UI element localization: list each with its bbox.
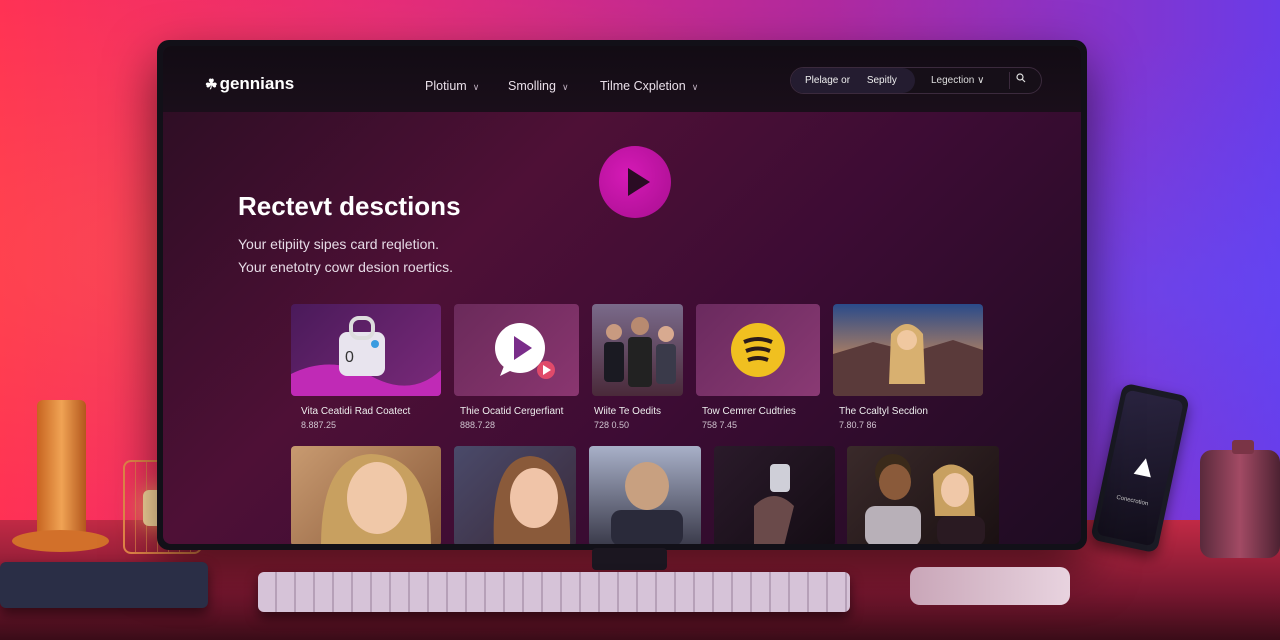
media-card-3[interactable] [592, 304, 683, 396]
camera-photo [754, 464, 794, 544]
card-title: Wiite Te Oedits [594, 406, 662, 417]
menu-item-cxpletion[interactable]: Tilme Cxpletion ∨ [600, 79, 698, 93]
card-caption: The Ccaltyl Secdion 7.80.7 86 [839, 406, 928, 430]
phone-lying-on-desk [910, 567, 1070, 605]
card-meta: 728 0.50 [594, 420, 630, 430]
thumbnail-portrait-2[interactable] [454, 446, 576, 544]
page-title: Rectevt desctions [238, 191, 461, 221]
play-icon [628, 168, 650, 196]
search-bar[interactable]: Plelage or Sepitly Legection ∨ [790, 67, 1042, 94]
portrait-photo [493, 456, 571, 544]
chat-play-icon [495, 323, 555, 379]
chevron-down-icon: ∨ [472, 82, 480, 92]
media-card-5[interactable] [833, 304, 983, 396]
search-icon[interactable] [1016, 73, 1026, 83]
card-meta: 888.7.28 [460, 420, 496, 430]
keyboard [258, 572, 850, 612]
monitor-stand [592, 548, 667, 570]
menu-item-plotium[interactable]: Plotium ∨ [425, 79, 479, 93]
thumbnail-selfie[interactable] [589, 446, 701, 544]
couple-photo [865, 454, 985, 544]
card-caption: Vita Ceatidi Rad Coatect 8.887.25 [301, 406, 410, 430]
router-device [0, 562, 208, 608]
menu-label: Plotium [425, 79, 467, 93]
speaker-cap [1232, 440, 1254, 454]
menu-label: Tilme Cxpletion [600, 79, 686, 93]
media-card-4[interactable] [696, 304, 820, 396]
hero-subtitle-line-2: Your enetotry cowr desion roertics. [238, 259, 454, 275]
card-meta: 758 7.45 [702, 420, 738, 430]
portrait-photo [321, 454, 431, 544]
card-title: Tow Cemrer Cudtries [702, 406, 796, 417]
card-meta: 8.887.25 [301, 420, 337, 430]
menu-label: Smolling [508, 79, 556, 93]
speaker [1200, 440, 1280, 558]
card-title: Thie Ocatid Cergerfiant [460, 406, 564, 417]
phone-app-logo-icon: ▲ [1126, 447, 1163, 486]
menu-item-smolling[interactable]: Smolling ∨ [508, 79, 569, 93]
thumbnail-camera[interactable] [714, 446, 835, 544]
search-label: Plelage or [805, 75, 851, 86]
app-logo[interactable]: ☘ gennians [205, 74, 294, 94]
media-card-2[interactable] [454, 304, 579, 396]
search-divider [1009, 72, 1010, 89]
chevron-down-icon: ∨ [691, 82, 699, 92]
card-caption: Tow Cemrer Cudtries 758 7.45 [702, 406, 796, 430]
music-app-icon [731, 323, 785, 377]
card-caption: Wiite Te Oedits 728 0.50 [594, 406, 661, 430]
hero-subtitle-line-1: Your etipiity sipes card reqletion. [238, 236, 440, 252]
logo-text: gennians [219, 74, 295, 93]
thumbnail-portrait-1[interactable] [291, 446, 441, 544]
lock-bag-icon: 0 [291, 316, 441, 396]
card-caption: Thie Ocatid Cergerfiant 888.7.28 [460, 406, 563, 430]
monitor: ☘ gennians Plotium ∨ Smolling ∨ Tilme Cxple… [157, 40, 1087, 550]
desk-lamp-post [37, 400, 86, 540]
group-photo [604, 317, 676, 387]
media-card-1[interactable]: 0 [291, 304, 441, 396]
play-button[interactable] [599, 146, 671, 218]
desk-lamp-base [12, 530, 109, 552]
search-value: Sepitly [866, 75, 897, 86]
logo-mark-icon: ☘ [205, 76, 218, 92]
legend-select[interactable]: Legection ∨ [931, 68, 984, 93]
thumbnail-couple[interactable] [847, 446, 999, 544]
top-navbar: ☘ gennians Plotium ∨ Smolling ∨ Tilme Cxple… [163, 46, 1081, 112]
portrait-landscape-photo [833, 324, 983, 396]
search-input[interactable]: Plelage or Sepitly [791, 68, 915, 93]
phone-screen-text: Conecrotion [1115, 494, 1149, 508]
selfie-photo [611, 462, 683, 544]
chevron-down-icon: ∨ [561, 82, 569, 92]
monitor-screen: ☘ gennians Plotium ∨ Smolling ∨ Tilme Cxple… [163, 46, 1081, 544]
card-title: The Ccaltyl Secdion [839, 406, 928, 417]
card-title: Vita Ceatidi Rad Coatect [301, 406, 411, 417]
card-meta: 7.80.7 86 [839, 420, 877, 430]
svg-text:0: 0 [345, 349, 354, 366]
